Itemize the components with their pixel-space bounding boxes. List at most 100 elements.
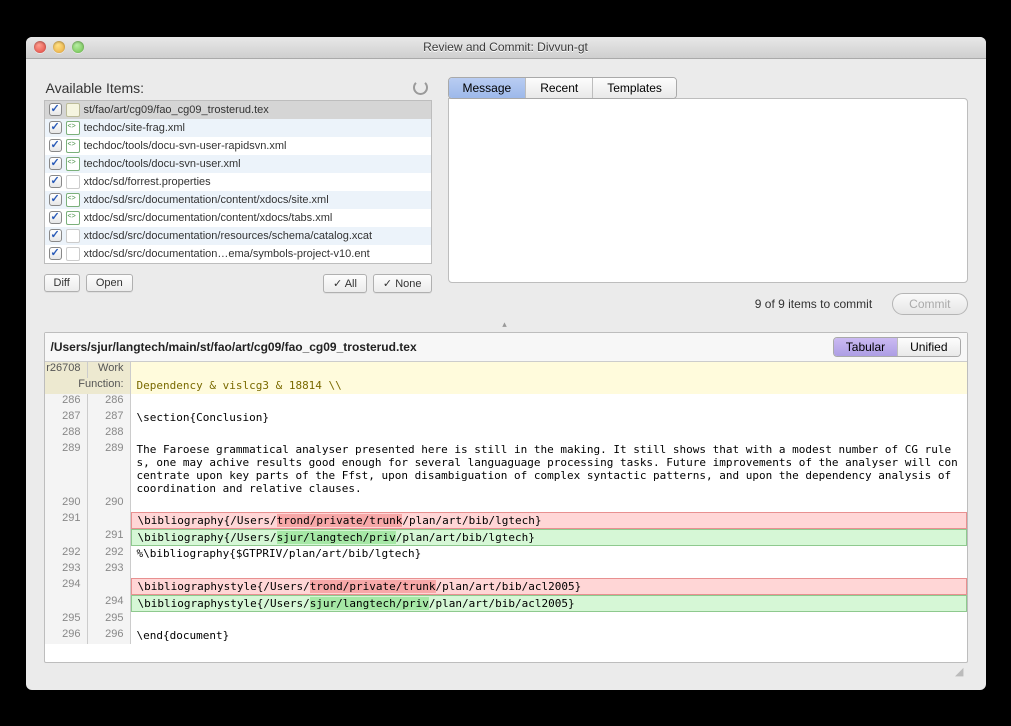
file-name: xtdoc/sd/src/documentation/content/xdocs… xyxy=(84,194,329,206)
line-number-right xyxy=(88,512,131,529)
line-number-right: 286 xyxy=(88,394,131,410)
file-name: xtdoc/sd/forrest.properties xyxy=(84,176,211,188)
diff-line: 287287\section{Conclusion} xyxy=(45,410,967,426)
line-number-left: 296 xyxy=(45,628,88,644)
file-name: xtdoc/sd/src/documentation…ema/symbols-p… xyxy=(84,248,370,260)
file-name: st/fao/art/cg09/fao_cg09_trosterud.tex xyxy=(84,104,269,116)
file-name: techdoc/site-frag.xml xyxy=(84,122,185,134)
diff-line: 296296\end{document} xyxy=(45,628,967,644)
line-number-right: 290 xyxy=(88,496,131,512)
diff-code xyxy=(131,394,967,410)
checkbox-icon[interactable] xyxy=(49,139,62,152)
diff-code: \bibliography{/Users/trond/private/trunk… xyxy=(131,512,967,529)
refresh-icon[interactable] xyxy=(413,80,428,95)
diff-line: 291 \bibliography{/Users/trond/private/tr… xyxy=(45,512,967,529)
diff-file-path: /Users/sjur/langtech/main/st/fao/art/cg0… xyxy=(51,340,417,354)
line-number-right: 289 xyxy=(88,442,131,496)
window-title: Review and Commit: Divvun-gt xyxy=(26,40,986,54)
titlebar[interactable]: Review and Commit: Divvun-gt xyxy=(26,37,986,59)
diff-code xyxy=(131,562,967,578)
diff-panel: /Users/sjur/langtech/main/st/fao/art/cg0… xyxy=(44,332,968,663)
line-number-left xyxy=(45,595,88,612)
file-icon xyxy=(66,121,80,135)
tab-message[interactable]: Message xyxy=(449,78,527,98)
diff-code: \bibliographystyle{/Users/sjur/langtech/… xyxy=(131,595,967,612)
commit-message-input[interactable] xyxy=(448,98,968,283)
diff-code: \section{Conclusion} xyxy=(131,410,967,426)
diff-line: 294\bibliographystyle{/Users/sjur/langte… xyxy=(45,595,967,612)
checkbox-icon[interactable] xyxy=(49,247,62,260)
check-none-button[interactable]: ✓ None xyxy=(373,274,432,293)
checkbox-icon[interactable] xyxy=(49,121,62,134)
checkbox-icon[interactable] xyxy=(49,103,62,116)
file-icon xyxy=(66,139,80,153)
diff-line: 290290 xyxy=(45,496,967,512)
diff-line: 293293 xyxy=(45,562,967,578)
list-item[interactable]: st/fao/art/cg09/fao_cg09_trosterud.tex xyxy=(45,101,431,119)
list-item[interactable]: xtdoc/sd/src/documentation…ema/symbols-p… xyxy=(45,245,431,263)
diff-line: 291\bibliography{/Users/sjur/langtech/pr… xyxy=(45,529,967,546)
line-number-right: 293 xyxy=(88,562,131,578)
list-item[interactable]: xtdoc/sd/src/documentation/content/xdocs… xyxy=(45,191,431,209)
open-button[interactable]: Open xyxy=(86,274,133,292)
line-number-left xyxy=(45,529,88,546)
diff-code: \end{document} xyxy=(131,628,967,644)
list-item[interactable]: techdoc/tools/docu-svn-user.xml xyxy=(45,155,431,173)
file-icon xyxy=(66,211,80,225)
function-label: Function: xyxy=(45,378,131,394)
file-name: techdoc/tools/docu-svn-user.xml xyxy=(84,158,241,170)
checkbox-icon[interactable] xyxy=(49,157,62,170)
checkbox-icon[interactable] xyxy=(49,229,62,242)
list-item[interactable]: xtdoc/sd/forrest.properties xyxy=(45,173,431,191)
line-number-left: 295 xyxy=(45,612,88,628)
line-number-right: 294 xyxy=(88,595,131,612)
diff-line: 289289The Faroese grammatical analyser p… xyxy=(45,442,967,496)
diff-scroll[interactable]: r26708 Work Function: Dependency & vislc… xyxy=(45,362,967,662)
line-number-right: 295 xyxy=(88,612,131,628)
line-number-right: 291 xyxy=(88,529,131,546)
file-list[interactable]: st/fao/art/cg09/fao_cg09_trosterud.texte… xyxy=(44,100,432,264)
file-icon xyxy=(66,157,80,171)
line-number-left: 291 xyxy=(45,512,88,529)
file-name: xtdoc/sd/src/documentation/content/xdocs… xyxy=(84,212,333,224)
line-number-left: 286 xyxy=(45,394,88,410)
checkbox-icon[interactable] xyxy=(49,193,62,206)
list-item[interactable]: xtdoc/sd/src/documentation/content/xdocs… xyxy=(45,209,431,227)
available-items-label: Available Items: xyxy=(46,80,145,96)
line-number-right xyxy=(88,578,131,595)
diff-code: %\bibliography{$GTPRIV/plan/art/bib/lgte… xyxy=(131,546,967,562)
file-icon xyxy=(66,247,80,261)
file-icon xyxy=(66,229,80,243)
commit-window: Review and Commit: Divvun-gt Available I… xyxy=(26,37,986,690)
diff-line: 294 \bibliographystyle{/Users/trond/priva… xyxy=(45,578,967,595)
line-number-left: 292 xyxy=(45,546,88,562)
line-number-right: 288 xyxy=(88,426,131,442)
line-number-right: 296 xyxy=(88,628,131,644)
line-number-left: 294 xyxy=(45,578,88,595)
view-tabular[interactable]: Tabular xyxy=(834,338,898,356)
tab-recent[interactable]: Recent xyxy=(526,78,593,98)
diff-line: 288288 xyxy=(45,426,967,442)
view-unified[interactable]: Unified xyxy=(898,338,959,356)
commit-button[interactable]: Commit xyxy=(892,293,967,315)
line-number-left: 289 xyxy=(45,442,88,496)
diff-code: \bibliography{/Users/sjur/langtech/priv/… xyxy=(131,529,967,546)
list-item[interactable]: techdoc/tools/docu-svn-user-rapidsvn.xml xyxy=(45,137,431,155)
diff-code xyxy=(131,496,967,512)
resize-corner-icon[interactable]: ◢ xyxy=(44,663,968,680)
diff-button[interactable]: Diff xyxy=(44,274,80,292)
check-all-button[interactable]: ✓ All xyxy=(323,274,367,293)
file-icon xyxy=(66,193,80,207)
list-item[interactable]: xtdoc/sd/src/documentation/resources/sch… xyxy=(45,227,431,245)
diff-code: The Faroese grammatical analyser present… xyxy=(131,442,967,496)
message-tabs: Message Recent Templates xyxy=(448,77,677,99)
list-item[interactable]: techdoc/site-frag.xml xyxy=(45,119,431,137)
checkbox-icon[interactable] xyxy=(49,175,62,188)
checkbox-icon[interactable] xyxy=(49,211,62,224)
tab-templates[interactable]: Templates xyxy=(593,78,676,98)
diff-code xyxy=(131,426,967,442)
diff-code: \bibliographystyle{/Users/trond/private/… xyxy=(131,578,967,595)
split-handle[interactable]: ▴ xyxy=(44,315,968,332)
file-icon xyxy=(66,103,80,117)
diff-line: 295295 xyxy=(45,612,967,628)
